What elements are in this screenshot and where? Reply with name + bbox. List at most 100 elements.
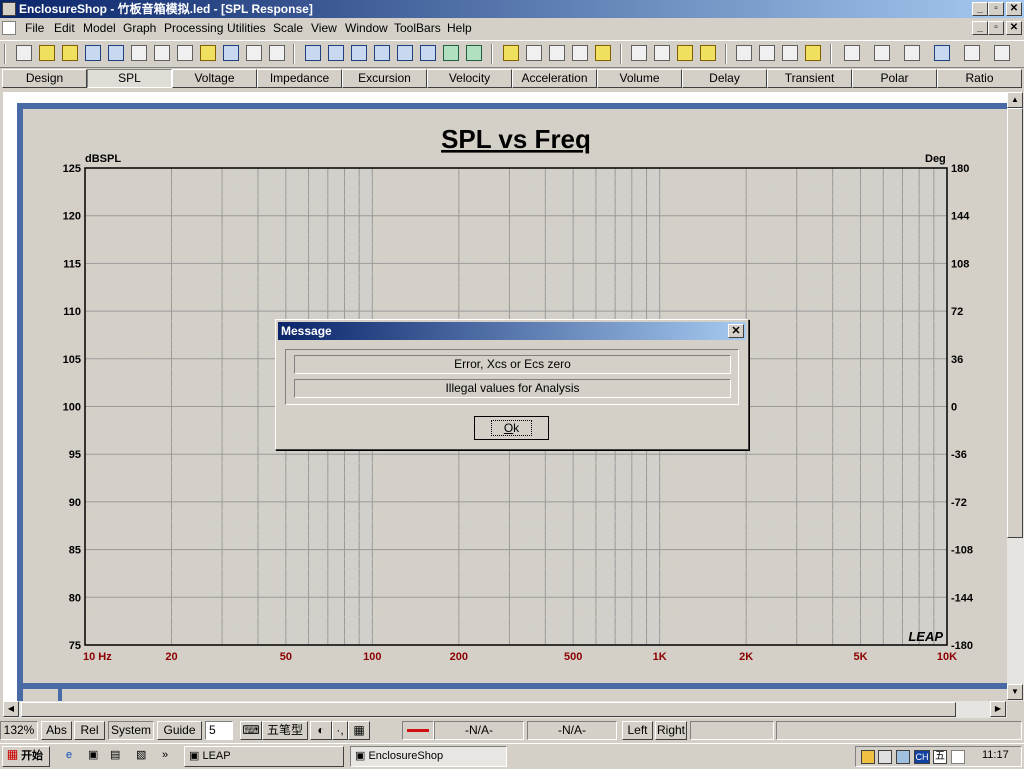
menu-utilities[interactable]: Utilities [227,21,266,35]
print-icon[interactable] [246,45,262,61]
tab-acceleration[interactable]: Acceleration [512,69,597,88]
quicklaunch-more[interactable]: » [162,746,174,767]
keyboard-icon[interactable]: ▦ [348,721,370,740]
speaker-icon[interactable] [503,45,519,61]
new-file-icon[interactable] [16,45,32,61]
doc-minimize-button[interactable]: _ [972,21,988,35]
vertical-scroll-thumb[interactable] [1007,108,1023,538]
tab-spl[interactable]: SPL [87,69,172,88]
import-icon[interactable] [131,45,147,61]
line-color-swatch[interactable] [402,721,434,740]
inductor-icon[interactable] [844,45,860,61]
app-icon[interactable] [2,2,16,16]
list-icon[interactable] [269,45,285,61]
guide-button[interactable]: Guide [157,721,202,740]
chart-icon[interactable] [782,45,798,61]
tab-velocity[interactable]: Velocity [427,69,512,88]
guide-value-field[interactable]: 5 [205,721,233,740]
scroll-left-button[interactable]: ◀ [3,701,19,717]
tab-design[interactable]: Design [2,69,87,88]
ok-button[interactable]: Ok [474,416,549,440]
doc-close-button[interactable]: ✕ [1006,21,1022,35]
curve-down-icon[interactable] [700,45,716,61]
volume-icon[interactable] [951,750,965,764]
scroll-down-button[interactable]: ▼ [1007,684,1023,700]
task-enclosureshop[interactable]: ▣ EnclosureShop [350,746,507,767]
menu-graph[interactable]: Graph [123,21,156,35]
rel-button[interactable]: Rel [74,721,105,740]
marker-icon[interactable] [654,45,670,61]
ime-wubi-indicator[interactable]: 五 [933,750,947,764]
right-axis-button[interactable]: Right [655,721,687,740]
menu-processing[interactable]: Processing [164,21,223,35]
ie-icon[interactable]: e [66,746,84,767]
menu-model[interactable]: Model [83,21,116,35]
port-icon[interactable] [572,45,588,61]
doc-restore-button[interactable]: ▫ [988,21,1004,35]
tab-impedance[interactable]: Impedance [257,69,342,88]
save-as-icon[interactable] [108,45,124,61]
network-icon[interactable] [595,45,611,61]
speaker-small-icon[interactable] [874,45,890,61]
enclosure-icon[interactable] [549,45,565,61]
save-graph-icon[interactable] [223,45,239,61]
punctuation-icon[interactable]: ·, [332,721,348,740]
component-icon[interactable] [934,45,950,61]
save-icon[interactable] [85,45,101,61]
tab-ratio[interactable]: Ratio [937,69,1022,88]
zoom-box-icon[interactable] [351,45,367,61]
zoom-out-icon[interactable] [328,45,344,61]
grid-icon[interactable] [443,45,459,61]
menu-file[interactable]: File [25,21,44,35]
analyze-icon[interactable] [964,45,980,61]
driver-icon[interactable] [526,45,542,61]
moon-icon[interactable]: ◐ [310,721,332,740]
folder-icon[interactable] [200,45,216,61]
menu-help[interactable]: Help [447,21,472,35]
horizontal-scroll-thumb[interactable] [21,702,956,717]
tab-voltage[interactable]: Voltage [172,69,257,88]
open-folder-icon[interactable] [39,45,55,61]
ime-mode-label[interactable]: 五笔型 [262,721,308,740]
zoom-x-icon[interactable] [374,45,390,61]
overlay-icon[interactable] [805,45,821,61]
report-icon[interactable] [994,45,1010,61]
quicklaunch-icon-3[interactable]: ▤ [110,746,128,767]
task-leap[interactable]: ▣ LEAP [184,746,344,767]
open-recent-icon[interactable] [62,45,78,61]
resistor-icon[interactable] [904,45,920,61]
menu-edit[interactable]: Edit [54,21,75,35]
vertical-scrollbar[interactable]: ▲ ▼ [1007,92,1024,701]
tray-icon-1[interactable] [861,750,875,764]
ime-icon[interactable]: ⌨ [240,721,262,740]
horizontal-scrollbar[interactable]: ◀ ▶ [3,701,1007,718]
zoom-in-icon[interactable] [305,45,321,61]
menu-scale[interactable]: Scale [273,21,303,35]
document-icon[interactable] [2,21,16,35]
scroll-right-button[interactable]: ▶ [990,701,1006,717]
menu-view[interactable]: View [311,21,337,35]
left-axis-button[interactable]: Left [622,721,653,740]
table-icon[interactable] [736,45,752,61]
zoom-y-icon[interactable] [397,45,413,61]
tab-excursion[interactable]: Excursion [342,69,427,88]
copy-graph-icon[interactable] [177,45,193,61]
cursor-icon[interactable] [631,45,647,61]
zoom-all-icon[interactable] [420,45,436,61]
tab-delay[interactable]: Delay [682,69,767,88]
tab-volume[interactable]: Volume [597,69,682,88]
scroll-up-button[interactable]: ▲ [1007,92,1023,108]
dialog-close-button[interactable]: ✕ [728,324,744,338]
tab-polar[interactable]: Polar [852,69,937,88]
tray-icon-2[interactable] [878,750,892,764]
graph-icon[interactable] [759,45,775,61]
minimize-button[interactable]: _ [972,2,988,16]
menu-window[interactable]: Window [345,21,388,35]
curve-up-icon[interactable] [677,45,693,61]
close-button[interactable]: ✕ [1006,2,1022,16]
abs-button[interactable]: Abs [41,721,72,740]
ime-ch-indicator[interactable]: CH [914,750,930,764]
tray-icon-3[interactable] [896,750,910,764]
start-button[interactable]: ▦ 开始 [2,746,50,767]
system-button[interactable]: System [108,721,154,740]
